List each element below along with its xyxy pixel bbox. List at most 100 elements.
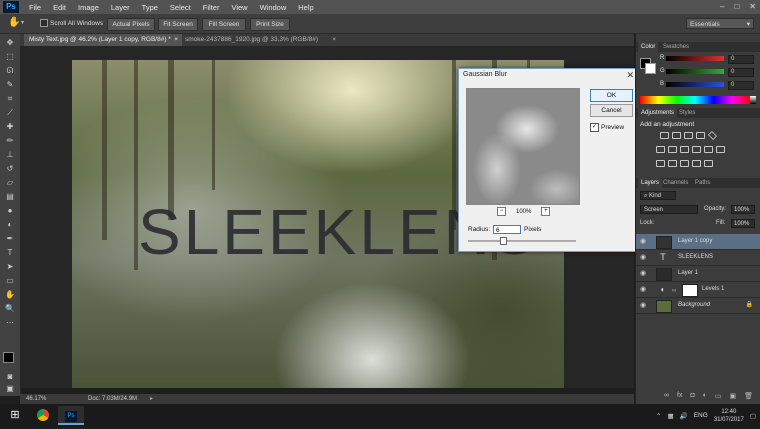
eraser-tool-icon[interactable]: ▱: [4, 178, 16, 188]
language-indicator[interactable]: ENG: [694, 412, 708, 419]
network-icon[interactable]: ▦: [667, 412, 673, 420]
clone-stamp-tool-icon[interactable]: ⊥: [4, 150, 16, 160]
screen-mode-icon[interactable]: ▣: [4, 384, 16, 394]
menu-layer[interactable]: Layer: [105, 3, 136, 12]
lasso-tool-icon[interactable]: ᘏ: [4, 66, 16, 76]
radius-slider[interactable]: [468, 237, 576, 245]
scroll-all-windows-checkbox[interactable]: Scroll All Windows: [40, 19, 103, 27]
tab-smoke[interactable]: smoke-2437886_1920.jpg @ 33.3% (RGB/8#) …: [180, 34, 340, 46]
tab-misty-text[interactable]: Misty Text.jpg @ 46.2% (Layer 1 copy, RG…: [24, 34, 182, 46]
value-r[interactable]: 0: [728, 55, 754, 64]
crop-tool-icon[interactable]: ⌗: [4, 94, 16, 104]
fill-screen-button[interactable]: Fill Screen: [202, 18, 246, 31]
menu-file[interactable]: File: [23, 3, 47, 12]
minimize-button[interactable]: –: [720, 0, 724, 14]
menu-window[interactable]: Window: [254, 3, 293, 12]
zoom-tool-icon[interactable]: 🔍: [4, 304, 16, 314]
menu-view[interactable]: View: [225, 3, 253, 12]
menu-edit[interactable]: Edit: [47, 3, 72, 12]
pen-tool-icon[interactable]: ✒: [4, 234, 16, 244]
eye-icon[interactable]: ◉: [640, 282, 646, 297]
close-tab-icon[interactable]: ×: [174, 34, 178, 46]
photo-filter-icon[interactable]: [692, 146, 701, 153]
tab-layers[interactable]: Layers: [638, 178, 663, 188]
color-balance-icon[interactable]: [668, 146, 677, 153]
slider-g[interactable]: [666, 69, 724, 74]
selective-color-icon[interactable]: [692, 160, 701, 167]
layer-row-layer-1-copy[interactable]: ◉ Layer 1 copy: [636, 234, 760, 250]
hue-saturation-icon[interactable]: [656, 146, 665, 153]
menu-filter[interactable]: Filter: [197, 3, 226, 12]
value-g[interactable]: 0: [728, 68, 754, 77]
blur-tool-icon[interactable]: ●: [4, 206, 16, 216]
tab-color[interactable]: Color: [638, 42, 659, 52]
tool-preset-dropdown-icon[interactable]: ▾: [21, 19, 24, 26]
brush-tool-icon[interactable]: ✏: [4, 136, 16, 146]
healing-brush-tool-icon[interactable]: ✚: [4, 122, 16, 132]
curves-icon[interactable]: [684, 132, 693, 139]
eye-icon[interactable]: ◉: [640, 250, 646, 265]
color-spectrum-bar[interactable]: [640, 96, 750, 104]
layer-row-layer-1[interactable]: ◉ Layer 1: [636, 266, 760, 282]
up-arrow-icon[interactable]: ⌃: [656, 412, 661, 420]
layer-row-background[interactable]: ◉ Background 🔒: [636, 298, 760, 314]
posterize-icon[interactable]: [668, 160, 677, 167]
tab-adjustments[interactable]: Adjustments: [638, 108, 678, 118]
link-layers-icon[interactable]: ∞: [664, 392, 669, 400]
notifications-icon[interactable]: ▢: [750, 412, 756, 420]
hand-tool-icon[interactable]: ✋: [4, 290, 16, 300]
slider-r[interactable]: [666, 56, 724, 61]
black-white-icon[interactable]: [680, 146, 689, 153]
gradient-map-icon[interactable]: [704, 160, 713, 167]
clock[interactable]: 12:40 31/07/2017: [714, 408, 744, 424]
exposure-icon[interactable]: [696, 132, 705, 139]
tab-paths[interactable]: Paths: [692, 178, 713, 188]
brightness-contrast-icon[interactable]: [660, 132, 669, 139]
close-tab-icon[interactable]: ×: [332, 34, 336, 46]
blend-mode-dropdown[interactable]: Screen: [640, 205, 698, 214]
blur-preview-window[interactable]: [466, 88, 580, 205]
layer-row-levels-1[interactable]: ◉ ◐ ∞ Levels 1: [636, 282, 760, 298]
windows-start-icon[interactable]: ⊞: [2, 406, 28, 425]
grayscale-bar[interactable]: [750, 96, 756, 104]
quick-mask-icon[interactable]: ◙: [4, 372, 16, 382]
ok-button[interactable]: OK: [590, 89, 633, 102]
radius-input[interactable]: 6: [493, 225, 522, 234]
rectangle-tool-icon[interactable]: ▭: [4, 276, 16, 286]
add-mask-icon[interactable]: ◘: [690, 392, 694, 400]
eye-icon[interactable]: ◉: [640, 298, 646, 313]
chrome-icon[interactable]: [30, 406, 56, 425]
eye-icon[interactable]: ◉: [640, 234, 646, 249]
maximize-button[interactable]: □: [734, 0, 739, 14]
foreground-color-swatch[interactable]: [3, 352, 14, 363]
dialog-close-button[interactable]: ✕: [626, 70, 634, 81]
marquee-tool-icon[interactable]: ⬚: [4, 52, 16, 62]
print-size-button[interactable]: Print Size: [250, 18, 290, 31]
photoshop-taskbar-icon[interactable]: Ps: [58, 406, 84, 425]
zoom-in-button[interactable]: +: [541, 207, 551, 216]
fit-screen-button[interactable]: Fit Screen: [158, 18, 198, 31]
quick-select-tool-icon[interactable]: ✎: [4, 80, 16, 90]
filter-kind-dropdown[interactable]: ⌕ Kind: [640, 191, 676, 200]
actual-pixels-button[interactable]: Actual Pixels: [107, 18, 155, 31]
menu-image[interactable]: Image: [72, 3, 105, 12]
more-tools-icon[interactable]: ⋯: [4, 318, 16, 328]
eye-icon[interactable]: ◉: [640, 266, 646, 281]
close-button[interactable]: ✕: [749, 0, 756, 14]
volume-icon[interactable]: 🔊: [680, 412, 688, 420]
fill-input[interactable]: 100%: [731, 219, 755, 228]
tab-swatches[interactable]: Swatches: [660, 42, 692, 52]
channel-mixer-icon[interactable]: [704, 146, 713, 153]
menu-type[interactable]: Type: [136, 3, 164, 12]
workspace-dropdown[interactable]: Essentials ▾: [686, 18, 754, 29]
value-b[interactable]: 0: [728, 81, 754, 90]
levels-icon[interactable]: [672, 132, 681, 139]
tab-channels[interactable]: Channels: [660, 178, 691, 188]
status-menu-arrow-icon[interactable]: ▸: [150, 394, 153, 404]
new-layer-icon[interactable]: ▣: [730, 392, 737, 400]
new-adjustment-icon[interactable]: ◐: [703, 392, 707, 400]
new-group-icon[interactable]: ▭: [715, 392, 722, 400]
zoom-level[interactable]: 46.17%: [26, 394, 46, 404]
radius-slider-thumb[interactable]: [500, 237, 508, 245]
gradient-tool-icon[interactable]: ▤: [4, 192, 16, 202]
